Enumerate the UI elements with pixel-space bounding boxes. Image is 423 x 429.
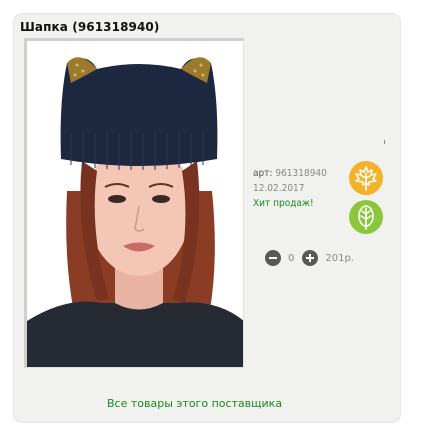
maple-leaf-icon (349, 161, 383, 195)
leaf-icon (349, 200, 383, 234)
supplier-all-products-link[interactable]: Все товары этого поставщика (107, 397, 282, 410)
plus-circle-icon[interactable] (302, 250, 319, 266)
product-photo[interactable] (24, 38, 244, 368)
price: 201р. (325, 252, 354, 264)
article-line: арт: 961318940 (253, 166, 327, 181)
quantity-value: 0 (288, 252, 295, 264)
product-date: 12.02.2017 (253, 183, 305, 194)
article-label: арт: (253, 168, 273, 179)
product-info: арт: 961318940 12.02.2017 Хит продаж! (253, 166, 327, 211)
minus-circle-icon[interactable] (265, 250, 281, 266)
product-image (27, 41, 243, 367)
quantity-controls: 0 201р. (265, 249, 354, 267)
hit-badge-text: Хит продаж! (253, 198, 314, 209)
article-value: 961318940 (275, 168, 327, 179)
marker-tick (384, 140, 385, 144)
product-title: Шапка (961318940) (20, 20, 160, 34)
